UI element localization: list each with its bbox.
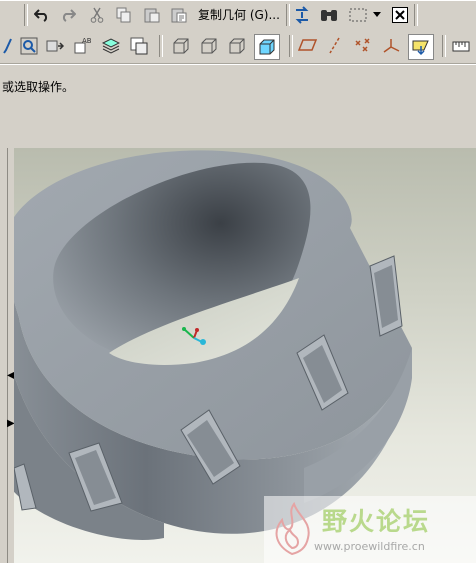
spin-center-icon[interactable] (408, 34, 434, 60)
paste-icon[interactable] (141, 4, 163, 26)
view-toolbar: AB (0, 29, 476, 64)
select-box-icon[interactable] (347, 4, 369, 26)
copy-geometry-menu[interactable]: 复制几何 (G)... (198, 6, 280, 23)
cut-icon[interactable] (86, 4, 108, 26)
forum-watermark: 野火论坛 www.proewildfire.cn (264, 496, 476, 563)
no-hidden-icon[interactable] (226, 35, 248, 57)
model-tree-icon[interactable] (128, 35, 150, 57)
separator (24, 4, 28, 26)
message-area: 或选取操作。 (0, 64, 476, 147)
watermark-title: 野火论坛 (322, 507, 431, 536)
separator (159, 35, 163, 57)
separator (286, 4, 290, 26)
regenerate-icon[interactable] (291, 4, 313, 26)
find-icon[interactable] (318, 4, 340, 26)
paste-special-icon[interactable] (168, 4, 190, 26)
copy-icon[interactable] (113, 4, 135, 26)
svg-text:AB: AB (82, 37, 91, 45)
shaded-icon[interactable] (254, 34, 280, 60)
datum-plane-icon[interactable] (297, 35, 319, 57)
watermark-url: www.proewildfire.cn (314, 540, 425, 553)
layers-icon[interactable] (100, 35, 122, 57)
coordinate-system-icon[interactable] (381, 35, 403, 57)
status-message: 或选取操作。 (2, 80, 75, 94)
redo-icon[interactable] (57, 4, 79, 26)
reorient-icon[interactable] (44, 35, 66, 57)
undo-icon[interactable] (31, 4, 53, 26)
separator (442, 35, 446, 57)
flame-logo-icon (275, 502, 310, 556)
wireframe-icon[interactable] (170, 35, 192, 57)
datum-point-icon[interactable] (352, 35, 374, 57)
navigator-sash[interactable]: ◀ ▶ (0, 148, 15, 563)
close-icon[interactable] (389, 4, 411, 26)
datum-axis-icon[interactable] (324, 35, 346, 57)
measure-icon[interactable] (450, 35, 472, 57)
separator (289, 35, 293, 57)
top-toolbar: 复制几何 (G)... (0, 0, 476, 30)
dropdown-icon[interactable] (370, 4, 384, 26)
sash-line (7, 148, 8, 563)
separator (414, 4, 418, 26)
hidden-line-icon[interactable] (198, 35, 220, 57)
saved-views-icon[interactable]: AB (71, 35, 93, 57)
zoom-window-icon[interactable] (18, 35, 40, 57)
